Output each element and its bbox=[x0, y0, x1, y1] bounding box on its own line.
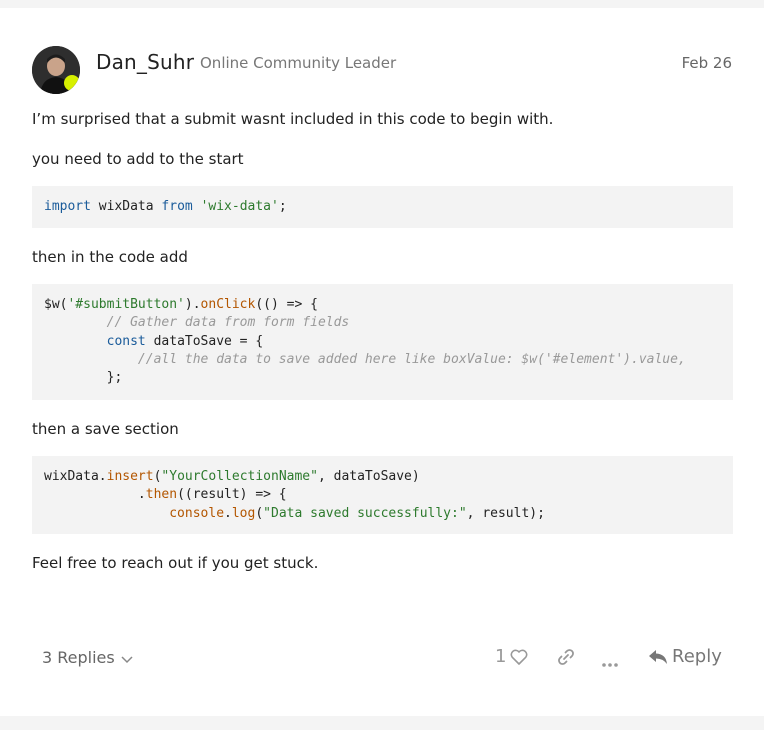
author-name[interactable]: Dan_Suhr bbox=[96, 50, 194, 74]
chevron-down-icon bbox=[121, 649, 133, 668]
code-text: import wixData from 'wix-data'; bbox=[44, 199, 287, 214]
author-title: Online Community Leader bbox=[200, 54, 397, 72]
reply-label: Reply bbox=[672, 646, 722, 667]
replies-toggle[interactable]: 3 Replies bbox=[42, 648, 133, 668]
like-count: 1 bbox=[495, 646, 507, 667]
code-text: $w('#submitButton').onClick(() => { // G… bbox=[44, 297, 686, 386]
post-paragraph: then a save section bbox=[32, 420, 179, 438]
link-icon[interactable] bbox=[556, 647, 576, 671]
like-button[interactable]: 1 bbox=[495, 646, 528, 667]
code-text: wixData.insert("YourCollectionName", dat… bbox=[44, 469, 545, 521]
heart-icon bbox=[511, 649, 528, 665]
reply-arrow-icon bbox=[649, 650, 667, 664]
ellipsis-icon[interactable] bbox=[601, 653, 619, 672]
post-paragraph: I’m surprised that a submit wasnt includ… bbox=[32, 110, 554, 128]
post-paragraph: Feel free to reach out if you get stuck. bbox=[32, 554, 319, 572]
post-date: Feb 26 bbox=[681, 54, 732, 72]
avatar[interactable] bbox=[32, 46, 80, 94]
post-paragraph: then in the code add bbox=[32, 248, 188, 266]
replies-label: 3 Replies bbox=[42, 648, 115, 667]
post-paragraph: you need to add to the start bbox=[32, 150, 244, 168]
reply-button[interactable]: Reply bbox=[648, 646, 722, 667]
forum-post: Dan_Suhr Online Community Leader Feb 26 … bbox=[0, 8, 764, 716]
code-block: $w('#submitButton').onClick(() => { // G… bbox=[32, 284, 733, 400]
avatar-image bbox=[32, 46, 80, 94]
code-block: import wixData from 'wix-data'; bbox=[32, 186, 733, 228]
code-block: wixData.insert("YourCollectionName", dat… bbox=[32, 456, 733, 534]
